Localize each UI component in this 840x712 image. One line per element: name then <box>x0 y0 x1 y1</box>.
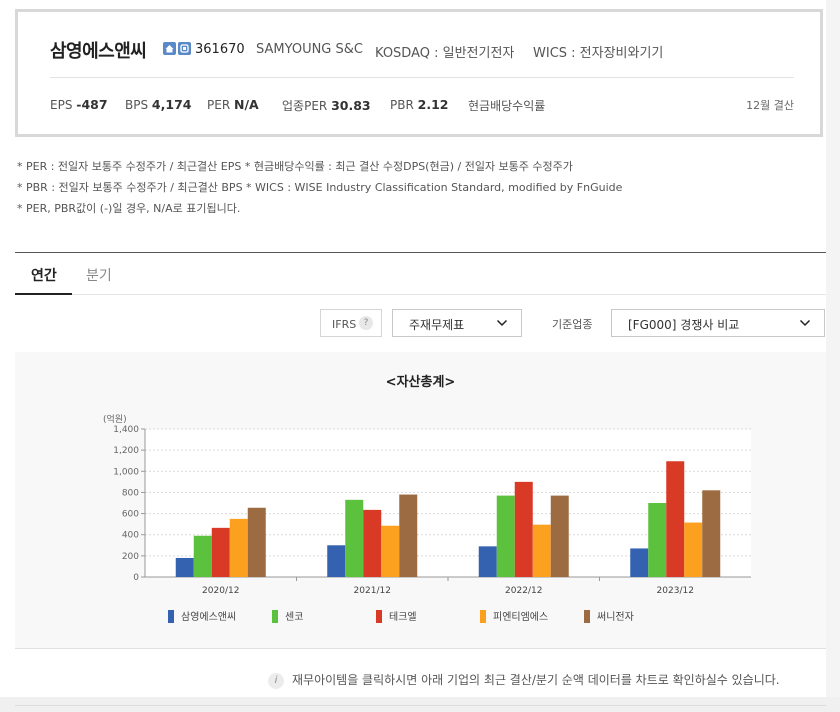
legend-swatch <box>584 610 590 623</box>
legend-label: 피엔티엠에스 <box>493 611 548 623</box>
company-header: 삼영에스앤씨 361670 SAMYOUNG S&C KOSDAQ : 일반전기… <box>15 9 823 137</box>
y-tick-label: 600 <box>122 510 139 520</box>
bar <box>702 490 721 577</box>
market-sector: KOSDAQ : 일반전기전자 <box>375 46 515 61</box>
legend-swatch <box>376 610 382 623</box>
bar <box>684 522 703 577</box>
section-divider <box>15 252 826 253</box>
footnote-per: * PER : 전일자 보통주 수정주가 / 최근결산 EPS * 현금배당수익… <box>17 160 573 173</box>
y-tick-label: 1,400 <box>113 425 139 435</box>
x-tick-label: 2020/12 <box>202 586 239 596</box>
bar <box>381 525 400 577</box>
bar <box>175 557 194 577</box>
fiscal-year-note: 12월 결산 <box>746 99 794 112</box>
ifrs-label: IFRS <box>332 318 357 331</box>
chart-divider <box>15 648 826 649</box>
bar <box>550 495 569 577</box>
legend-swatch <box>272 610 278 623</box>
bar <box>648 503 667 577</box>
y-tick-label: 400 <box>122 531 139 541</box>
footnote-pbr: * PBR : 전일자 보통주 수정주가 / 최근결산 BPS * WICS :… <box>17 181 623 194</box>
info-message: i 재무아이템을 클릭하시면 아래 기업의 최근 결산/분기 순액 데이터를 차트… <box>268 671 780 689</box>
bar <box>514 481 533 577</box>
bar <box>345 499 364 577</box>
industry-label: 기준업종 <box>552 318 593 331</box>
y-tick-label: 1,200 <box>113 446 139 456</box>
legend-swatch <box>480 610 486 623</box>
bottom-divider <box>15 705 826 706</box>
x-tick-label: 2022/12 <box>505 586 542 596</box>
metric-eps: EPS -487 <box>50 97 108 112</box>
y-axis-unit: (억원) <box>103 413 127 425</box>
y-tick-label: 0 <box>133 573 139 583</box>
bottom-strip <box>0 697 840 712</box>
metric-pbr: PBR 2.12 <box>390 97 449 112</box>
legend-swatch <box>168 610 174 623</box>
legend-label: 써니전자 <box>597 611 634 623</box>
tab-quarterly[interactable]: 분기 <box>86 265 112 285</box>
help-icon[interactable]: ? <box>359 316 373 330</box>
bar <box>666 461 685 577</box>
bar <box>399 494 418 577</box>
active-tab-indicator <box>15 293 72 295</box>
home-icon[interactable] <box>163 42 176 55</box>
bar <box>193 535 212 577</box>
metric-industry-per: 업종PER 30.83 <box>282 98 371 113</box>
chevron-down-icon <box>799 319 811 327</box>
metric-dividend-yield: 현금배당수익률 <box>468 99 546 113</box>
info-icon: i <box>268 672 284 689</box>
bar <box>630 548 649 577</box>
bar <box>229 518 248 577</box>
bar <box>478 546 497 577</box>
industry-value: [FG000] 경쟁사 비교 <box>628 318 740 332</box>
legend-label: 테크엘 <box>389 610 417 623</box>
chevron-down-icon <box>496 319 508 327</box>
bar <box>532 524 551 577</box>
y-tick-label: 1,000 <box>113 467 139 477</box>
report-type-value: 주재무제표 <box>409 318 465 332</box>
ifrs-help[interactable]: IFRS ? <box>320 309 382 337</box>
company-name: 삼영에스앤씨 <box>50 41 147 62</box>
tab-bar-line <box>15 294 826 295</box>
bar <box>363 509 382 577</box>
x-tick-label: 2023/12 <box>657 586 694 596</box>
legend-label: 센코 <box>285 611 303 623</box>
header-divider <box>50 77 794 78</box>
company-english-name: SAMYOUNG S&C <box>256 42 363 57</box>
page: 삼영에스앤씨 361670 SAMYOUNG S&C KOSDAQ : 일반전기… <box>0 0 826 712</box>
footnotes: * PER : 전일자 보통주 수정주가 / 최근결산 EPS * 현금배당수익… <box>17 156 622 219</box>
report-type-select[interactable]: 주재무제표 <box>392 309 522 337</box>
industry-select[interactable]: [FG000] 경쟁사 비교 <box>611 309 825 337</box>
y-tick-label: 800 <box>122 488 139 498</box>
legend-label: 삼영에스앤씨 <box>181 611 236 623</box>
y-tick-label: 200 <box>122 552 139 562</box>
wics-sector: WICS : 전자장비와기기 <box>533 46 664 61</box>
stock-code: 361670 <box>195 42 245 57</box>
bar-chart: 0 200 400 600 800 1,000 1,200 1,400(억원) 2020/12 2… <box>103 413 751 623</box>
bar <box>327 545 346 577</box>
bar <box>496 495 515 577</box>
x-tick-label: 2021/12 <box>354 586 391 596</box>
footnote-na: * PER, PBR값이 (-)일 경우, N/A로 표기됩니다. <box>17 202 241 215</box>
bar <box>211 527 230 577</box>
chart-panel: <자산총계> 0 200 400 600 800 1,000 1,200 1,400 (억원) 2… <box>15 352 826 648</box>
metric-per: PER N/A <box>207 97 259 112</box>
info-text: 재무아이템을 클릭하시면 아래 기업의 최근 결산/분기 순액 데이터를 차트로… <box>292 673 780 687</box>
bar <box>247 507 266 577</box>
tab-annual[interactable]: 연간 <box>31 265 57 285</box>
metric-bps: BPS 4,174 <box>125 97 192 112</box>
phone-icon[interactable] <box>178 42 191 55</box>
